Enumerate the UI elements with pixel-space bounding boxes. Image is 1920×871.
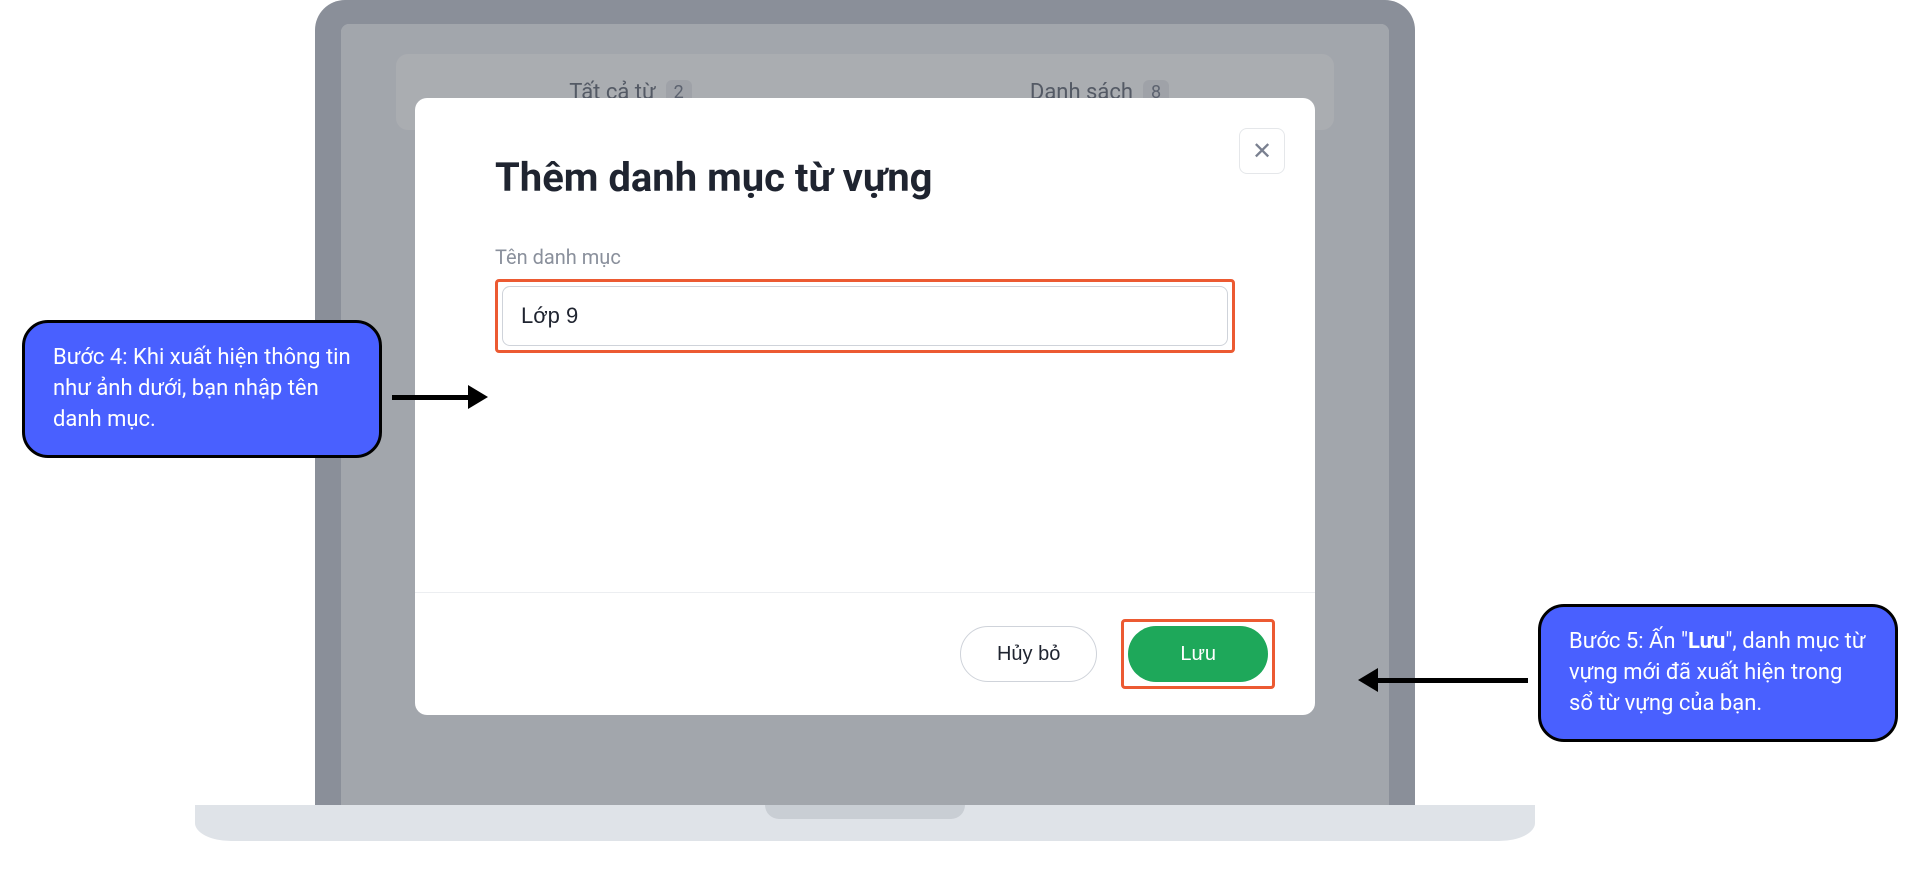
arrow-to-save — [1358, 668, 1528, 692]
callout-step-4-text: Bước 4: Khi xuất hiện thông tin như ảnh … — [53, 345, 351, 432]
arrow-head-icon — [1358, 668, 1378, 692]
cancel-button[interactable]: Hủy bỏ — [960, 626, 1097, 682]
callout-step-4: Bước 4: Khi xuất hiện thông tin như ảnh … — [22, 320, 382, 458]
callout-step-5-prefix: Bước 5: Ấn " — [1569, 629, 1688, 654]
arrow-to-input — [392, 385, 488, 409]
modal-footer: Hủy bỏ Lưu — [415, 592, 1315, 715]
modal-header: Thêm danh mục từ vựng ✕ — [415, 98, 1315, 201]
close-icon: ✕ — [1252, 137, 1272, 166]
callout-step-5-bold: Lưu — [1688, 629, 1725, 654]
laptop-screen: Tất cả từ 2 Danh sách 8 Thêm danh mục từ… — [341, 24, 1389, 805]
arrow-line — [1378, 678, 1528, 683]
category-name-label: Tên danh mục — [495, 245, 1235, 269]
save-button[interactable]: Lưu — [1128, 626, 1268, 682]
input-highlight-box — [495, 279, 1235, 353]
modal-body: Tên danh mục — [415, 201, 1315, 592]
close-button[interactable]: ✕ — [1239, 128, 1285, 174]
category-name-input[interactable] — [502, 286, 1228, 346]
arrow-line — [392, 395, 468, 400]
laptop-notch — [765, 805, 965, 819]
callout-step-5: Bước 5: Ấn "Lưu", danh mục từ vựng mới đ… — [1538, 604, 1898, 742]
add-category-modal: Thêm danh mục từ vựng ✕ Tên danh mục Hủy… — [415, 98, 1315, 715]
save-highlight-box: Lưu — [1121, 619, 1275, 689]
modal-title: Thêm danh mục từ vựng — [495, 154, 1235, 201]
laptop-mockup: Tất cả từ 2 Danh sách 8 Thêm danh mục từ… — [315, 0, 1415, 842]
arrow-head-icon — [468, 385, 488, 409]
